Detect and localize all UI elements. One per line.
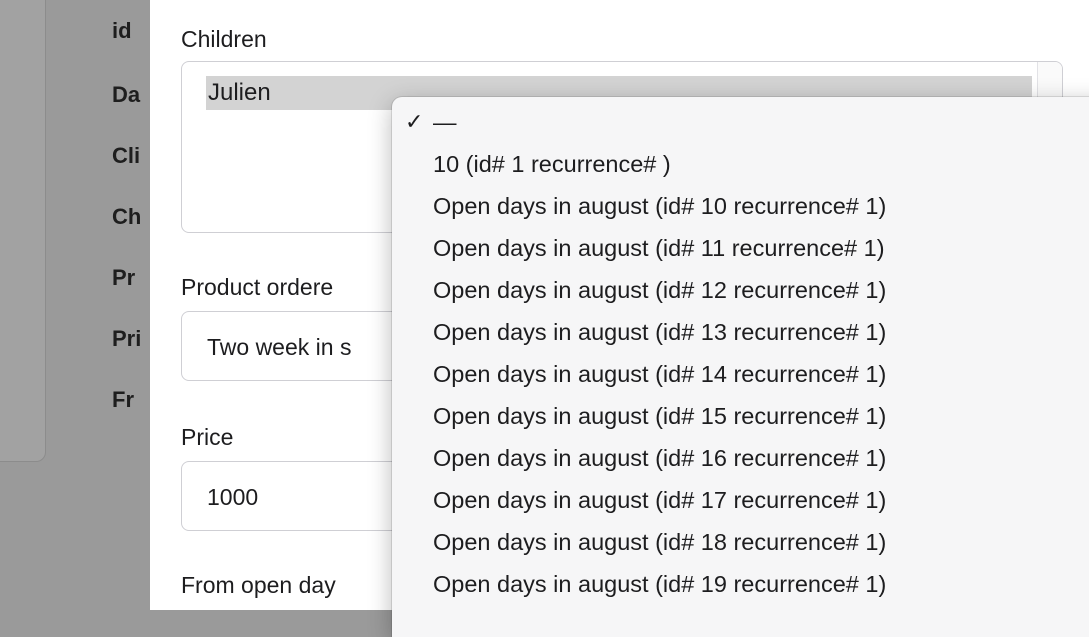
dropdown-item[interactable]: Open days in august (id# 18 recurrence# … <box>392 522 1089 562</box>
dropdown-item-label: Open days in august (id# 14 recurrence# … <box>433 361 887 387</box>
dropdown-item-label: Open days in august (id# 12 recurrence# … <box>433 277 887 303</box>
children-label: Children <box>181 26 267 52</box>
dropdown-item[interactable]: Open days in august (id# 16 recurrence# … <box>392 438 1089 478</box>
dropdown-item[interactable]: Open days in august (id# 14 recurrence# … <box>392 354 1089 394</box>
dropdown-item-label: Open days in august (id# 18 recurrence# … <box>433 529 887 555</box>
dropdown-item[interactable]: Open days in august (id# 15 recurrence# … <box>392 396 1089 436</box>
bg-label-client: Cli <box>112 143 141 168</box>
dropdown-item-label: Open days in august (id# 19 recurrence# … <box>433 571 887 597</box>
dropdown-item-label: Open days in august (id# 16 recurrence# … <box>433 445 887 471</box>
dropdown-item-none[interactable]: ✓ — <box>392 102 1089 142</box>
bg-label-price: Pri <box>112 326 142 351</box>
dropdown-item-label: Open days in august (id# 15 recurrence# … <box>433 403 887 429</box>
dropdown-item[interactable]: 10 (id# 1 recurrence# ) <box>392 144 1089 184</box>
dropdown-item[interactable]: Open days in august (id# 11 recurrence# … <box>392 228 1089 268</box>
bg-label-from: Fr <box>112 387 134 412</box>
dropdown-item-label: 10 (id# 1 recurrence# ) <box>433 151 671 177</box>
background-detail-labels: id Da Cli Ch Pr Pri Fr <box>0 0 150 610</box>
dropdown-item-label: Open days in august (id# 11 recurrence# … <box>433 235 885 261</box>
bg-label-date: Da <box>112 82 141 107</box>
dropdown-item-label: Open days in august (id# 17 recurrence# … <box>433 487 887 513</box>
dropdown-item-label: Open days in august (id# 10 recurrence# … <box>433 193 887 219</box>
dropdown-item[interactable]: Open days in august (id# 10 recurrence# … <box>392 186 1089 226</box>
dropdown-item[interactable]: Open days in august (id# 12 recurrence# … <box>392 270 1089 310</box>
checkmark-icon: ✓ <box>405 109 424 134</box>
bg-label-id: id <box>112 18 132 43</box>
dropdown-item[interactable]: Open days in august (id# 19 recurrence# … <box>392 564 1089 604</box>
dropdown-item-label: Open days in august (id# 13 recurrence# … <box>433 319 887 345</box>
price-label: Price <box>181 424 234 450</box>
dropdown-item[interactable]: Open days in august (id# 13 recurrence# … <box>392 312 1089 352</box>
from-open-days-dropdown[interactable]: ✓ — 10 (id# 1 recurrence# ) Open days in… <box>392 97 1089 637</box>
product-ordered-label: Product ordere <box>181 274 334 300</box>
bg-label-children: Ch <box>112 204 142 229</box>
bg-label-product: Pr <box>112 265 136 290</box>
from-open-days-label: From open day <box>181 572 336 598</box>
dropdown-item-label: — <box>433 109 457 135</box>
dropdown-item[interactable]: Open days in august (id# 17 recurrence# … <box>392 480 1089 520</box>
